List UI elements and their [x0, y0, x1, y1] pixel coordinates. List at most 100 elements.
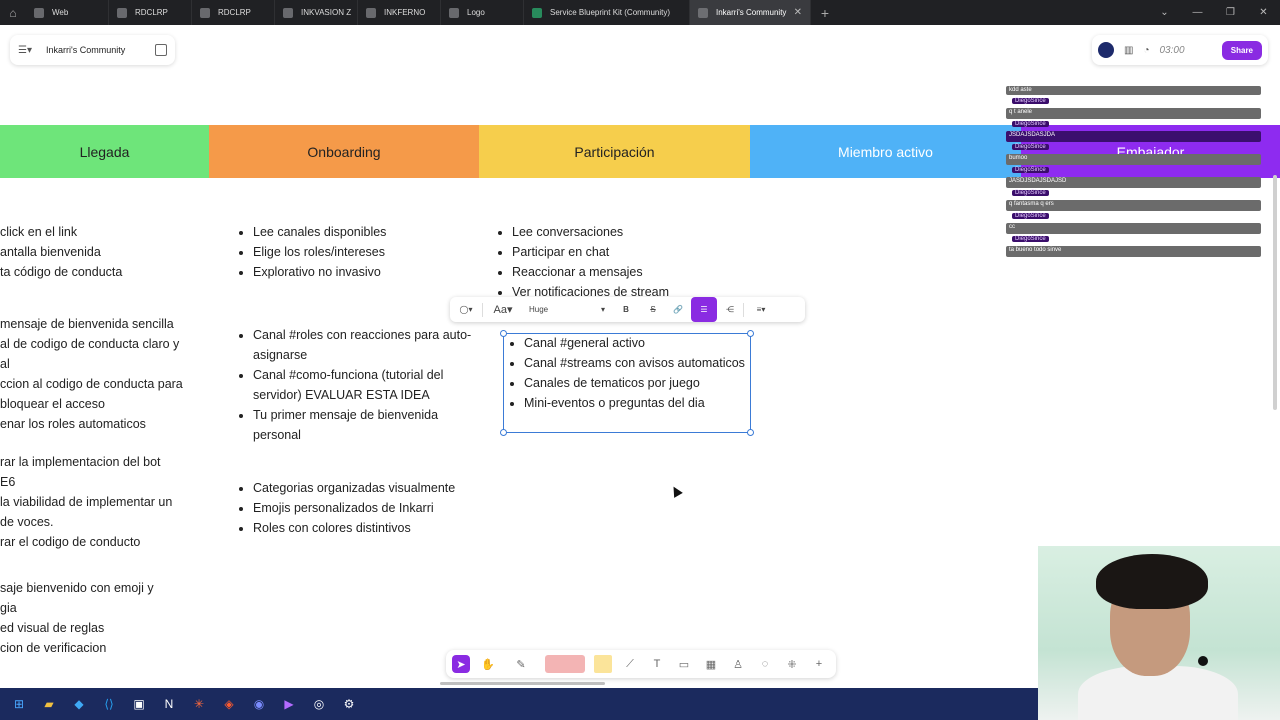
file-explorer-icon[interactable]: ▰	[38, 693, 60, 715]
asterisk-app-icon[interactable]: ✳	[188, 693, 210, 715]
chat-entry: DiegoSince JSDAJSDASJDA	[1006, 121, 1261, 142]
tab-favicon-icon	[200, 7, 210, 18]
list-item: Lee conversaciones	[512, 222, 728, 242]
panels-icon[interactable]	[155, 44, 167, 56]
link-icon[interactable]: 🔗	[665, 297, 691, 322]
tab-favicon-icon	[532, 7, 542, 18]
steam-icon[interactable]: ⚙	[338, 693, 360, 715]
twitch-app-icon[interactable]: ▶	[278, 693, 300, 715]
timer-display: 03:00	[1159, 44, 1185, 56]
widgets-tool-icon[interactable]: ⁜	[783, 655, 801, 673]
list-item: Reaccionar a mensajes	[512, 262, 728, 282]
vertical-scrollbar[interactable]	[1273, 175, 1277, 410]
comment-tool-icon[interactable]: ◌	[756, 655, 774, 673]
chat-entry: DiegoSince q fantasma q ers	[1006, 190, 1261, 211]
list-item: Canal #streams con avisos automaticos	[524, 353, 745, 373]
timer-icon[interactable]: ◔	[1143, 45, 1149, 56]
chat-entry: DiegoSince JASDJSDAJSDAJSD	[1006, 167, 1261, 188]
stage-participacion[interactable]: Participación	[479, 125, 750, 178]
pen-tool-icon[interactable]: ✎	[506, 655, 536, 673]
chat-entry: DiegoSince bumoo	[1006, 144, 1261, 165]
hand-tool-icon[interactable]: ✋	[479, 655, 497, 673]
resize-handle[interactable]	[747, 429, 754, 436]
windows-start-icon[interactable]: ⊞	[8, 693, 30, 715]
brave-browser-icon[interactable]: ◈	[218, 693, 240, 715]
onboarding-group-2[interactable]: Canal #roles con reacciones para auto-as…	[239, 325, 474, 445]
calendar-icon[interactable]: ▣	[128, 693, 150, 715]
home-icon[interactable]: ⌂	[0, 0, 26, 25]
resize-handle[interactable]	[500, 429, 507, 436]
browser-tab[interactable]: RDCLRP	[109, 0, 192, 25]
resize-handle[interactable]	[500, 330, 507, 337]
resize-handle[interactable]	[747, 330, 754, 337]
onboarding-group-1[interactable]: Lee canales disponibles Elige los roles/…	[239, 222, 474, 282]
notion-icon[interactable]: N	[158, 693, 180, 715]
browser-tab[interactable]: Web	[26, 0, 109, 25]
align-dropdown[interactable]: ≡▾	[744, 297, 778, 322]
discord-icon[interactable]: ◉	[248, 693, 270, 715]
move-tool-icon[interactable]: ➤	[452, 655, 470, 673]
more-tools-icon[interactable]: +	[810, 655, 828, 673]
figma-app-icon[interactable]: ◆	[68, 693, 90, 715]
list-item: Lee canales disponibles	[253, 222, 474, 242]
webcam-feed	[1038, 546, 1280, 720]
main-menu-icon[interactable]: ☰▾	[18, 45, 32, 56]
avatar[interactable]	[1098, 42, 1114, 58]
document-title[interactable]: Inkarri's Community	[46, 45, 125, 55]
list-item: Canal #general activo	[524, 333, 745, 353]
table-tool-icon[interactable]: ▦	[702, 655, 720, 673]
browser-tab[interactable]: INKVASION Z	[275, 0, 358, 25]
connector-tool-icon[interactable]: ⟋	[621, 655, 639, 673]
browser-tab[interactable]: Logo	[441, 0, 524, 25]
chat-message-text: JSDAJSDASJDA	[1006, 131, 1261, 142]
tab-favicon-icon	[449, 7, 459, 18]
chat-username: DiegoSince	[1012, 236, 1049, 242]
participacion-group-1[interactable]: Lee conversaciones Participar en chat Re…	[498, 222, 728, 298]
stamp-tool-icon[interactable]: ♙	[729, 655, 747, 673]
participacion-group-2[interactable]: Canal #general activo Canal #streams con…	[510, 333, 745, 413]
llegada-group-4[interactable]: saje bienvenido con emoji y gia ed visua…	[0, 578, 205, 658]
share-button[interactable]: Share	[1221, 40, 1262, 60]
close-window-icon[interactable]: ✕	[1247, 7, 1280, 18]
stage-onboarding[interactable]: Onboarding	[209, 125, 479, 178]
browser-tab[interactable]: Service Blueprint Kit (Community)	[524, 0, 690, 25]
browser-tab[interactable]: INKFERNO	[358, 0, 441, 25]
obs-icon[interactable]: ◎	[308, 693, 330, 715]
stage-llegada[interactable]: Llegada	[0, 125, 209, 178]
bullet-list-button[interactable]: ☰	[691, 297, 717, 322]
chat-entry: DiegoSince q t anele	[1006, 98, 1261, 119]
font-family-dropdown[interactable]: Aa ▾	[483, 297, 523, 322]
vscode-icon[interactable]: ⟨⟩	[98, 693, 120, 715]
tab-list-icon[interactable]: ⌄	[1148, 7, 1181, 18]
horizontal-scrollbar[interactable]	[440, 682, 605, 685]
sticky-note-icon[interactable]	[594, 655, 612, 673]
minimize-icon[interactable]: —	[1181, 7, 1214, 18]
new-tab-button[interactable]: +	[811, 5, 839, 21]
list-item: Elige los roles/intereses	[253, 242, 474, 262]
browser-tab-active[interactable]: Inkarri's Community ✕	[690, 0, 811, 25]
restore-icon[interactable]: ❐	[1214, 7, 1247, 18]
llegada-group-3[interactable]: rar la implementacion del bot E6 la viab…	[0, 452, 205, 552]
chat-username: DiegoSince	[1012, 190, 1049, 196]
tab-favicon-icon	[34, 7, 44, 18]
llegada-group-2[interactable]: mensaje de bienvenida sencilla al de cod…	[0, 314, 205, 434]
font-size-dropdown[interactable]: Huge ▾	[523, 297, 611, 322]
text-format-toolbar: ◯▾ Aa ▾ Huge ▾ B S 🔗 ☰ ⋲ ≡▾	[450, 297, 805, 322]
close-tab-icon[interactable]: ✕	[794, 7, 802, 18]
layout-icon[interactable]: ▥	[1124, 45, 1133, 56]
section-tool-icon[interactable]: ▭	[675, 655, 693, 673]
bold-button[interactable]: B	[611, 297, 641, 322]
text-color-icon[interactable]: ◯▾	[450, 297, 482, 322]
chat-username: DiegoSince	[1012, 121, 1049, 127]
highlighter-tool-icon[interactable]	[545, 655, 585, 673]
share-node-icon[interactable]: ⋲	[717, 297, 743, 322]
text-tool-icon[interactable]: T	[648, 655, 666, 673]
stream-chat-overlay: kdd aste DiegoSince q t anele DiegoSince J…	[1006, 86, 1261, 257]
onboarding-group-3[interactable]: Categorias organizadas visualmente Emoji…	[239, 478, 484, 538]
stage-miembro-activo[interactable]: Miembro activo	[750, 125, 1021, 178]
strikethrough-button[interactable]: S	[641, 297, 665, 322]
browser-tab[interactable]: RDCLRP	[192, 0, 275, 25]
list-item: Tu primer mensaje de bienvenida personal	[253, 405, 474, 445]
llegada-group-1[interactable]: click en el link antalla bienvenida ta c…	[0, 222, 205, 282]
browser-tab-bar: ⌂ Web RDCLRP RDCLRP INKVASION Z INKFERNO…	[0, 0, 1280, 25]
